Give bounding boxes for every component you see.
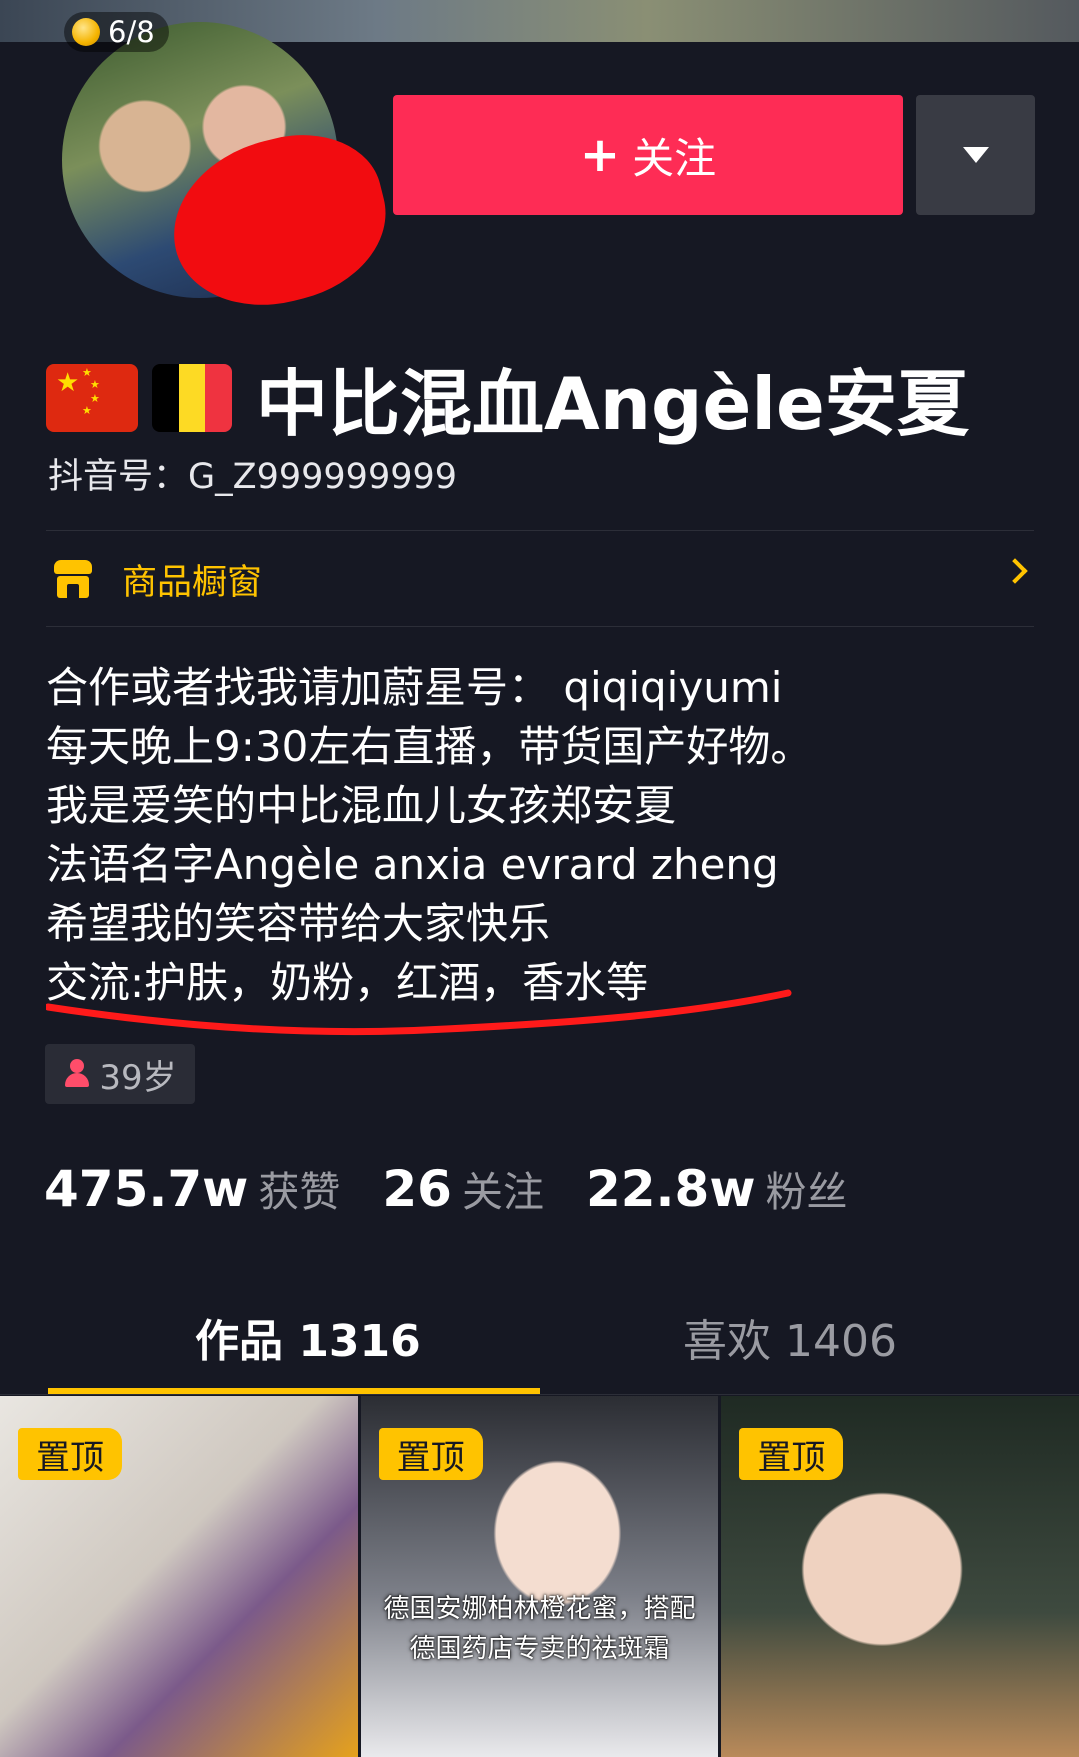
stat-number: 475.7w [44,1160,249,1218]
video-caption: 德国药店专卖的祛斑霜 [409,1634,670,1664]
china-flag-icon: ★ ★ ★ ★ ★ [46,363,138,432]
female-icon [63,1059,91,1089]
photo-counter-text: 6/8 [108,15,155,49]
stat-label: 粉丝 [765,1168,848,1216]
coin-icon [72,18,100,46]
bio-line: 合作或者找我请加蔚星号： qiqiqiyumi [46,663,783,712]
shop-window-label: 商品橱窗 [122,562,263,603]
stat-number: 22.8w [585,1160,756,1218]
followers-stat[interactable]: 22.8w 粉丝 [586,1158,848,1218]
likes-stat[interactable]: 475.7w 获赞 [44,1158,340,1218]
pinned-badge: 置顶 [739,1428,844,1480]
caret-down-icon [962,147,989,163]
bio-line: 希望我的笑容带给大家快乐 [46,899,551,948]
pinned-badge: 置顶 [18,1428,122,1480]
video-caption: 德国安娜柏林橙花蜜，搭配 [383,1594,696,1624]
bio-line: 我是爱笑的中比混血儿女孩郑安夏 [46,781,677,830]
divider [46,626,1034,627]
chevron-right-icon [1002,558,1028,584]
bio: 合作或者找我请加蔚星号： qiqiqiyumi 每天晚上9:30左右直播，带货国… [46,658,1036,1012]
follow-label: 关注 [632,133,717,183]
content-tabs: 作品 1316 喜欢 1406 [0,1295,1079,1395]
stats-row: 475.7w 获赞 26 关注 22.8w 粉丝 [44,1158,890,1218]
stat-number: 26 [382,1160,452,1218]
username: 中比混血Angèle安夏 [256,362,969,446]
recommend-dropdown-button[interactable] [916,95,1035,215]
name-row: ★ ★ ★ ★ ★ 中比混血Angèle安夏 [46,345,969,450]
follow-button[interactable]: + 关注 [393,95,903,215]
video-thumbnail[interactable]: 置顶 [0,1396,358,1757]
bio-line: 法语名字Angèle anxia evrard zheng [46,840,779,889]
age-text: 39岁 [99,1057,177,1098]
tab-works[interactable]: 作品 1316 [195,1305,421,1369]
bio-line: 每天晚上9:30左右直播，带货国产好物。 [46,722,813,771]
plus-icon: + [579,127,621,183]
belgium-flag-icon [152,363,232,432]
age-tag: 39岁 [45,1044,195,1104]
following-stat[interactable]: 26 关注 [382,1158,544,1218]
douyin-id[interactable]: 抖音号：G_Z999999999 [48,448,457,499]
shop-icon [54,560,92,598]
tab-likes[interactable]: 喜欢 1406 [683,1305,897,1369]
stat-label: 获赞 [258,1168,341,1216]
shop-window-row[interactable]: 商品橱窗 [46,530,1034,628]
photo-counter[interactable]: 6/8 [64,12,169,52]
video-thumbnail[interactable]: 置顶 德国安娜柏林橙花蜜，搭配 德国药店专卖的祛斑霜 [360,1396,719,1757]
divider [0,1394,1079,1395]
video-grid: 置顶 置顶 德国安娜柏林橙花蜜，搭配 德国药店专卖的祛斑霜 置顶 [0,1396,1079,1757]
red-underline-annotation [46,989,792,1036]
video-thumbnail[interactable]: 置顶 [721,1396,1079,1757]
pinned-badge: 置顶 [378,1428,483,1480]
stat-label: 关注 [461,1168,544,1216]
